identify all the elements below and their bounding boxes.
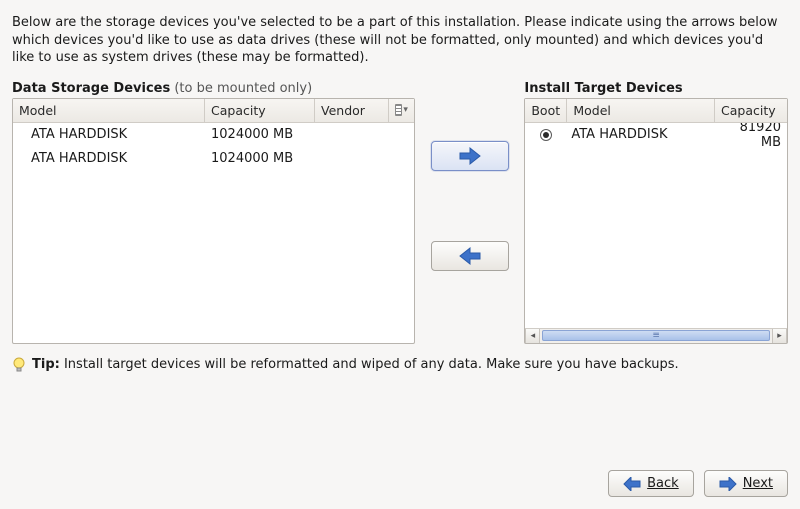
data-storage-table-header: Model Capacity Vendor ▾ <box>13 99 414 123</box>
cell-model: ATA HARDDISK <box>13 127 205 142</box>
install-target-rows: ATA HARDDISK 81920 MB <box>525 123 787 328</box>
scroll-left-button[interactable]: ◂ <box>525 329 540 343</box>
back-button-label: Back <box>647 476 679 491</box>
arrow-left-icon <box>623 477 641 491</box>
cell-capacity: 1024000 MB <box>205 151 315 166</box>
radio-icon <box>540 129 552 141</box>
data-storage-panel: Data Storage Devices (to be mounted only… <box>12 81 415 344</box>
tip-text-wrap: Tip: Install target devices will be refo… <box>32 356 679 374</box>
col-header-model[interactable]: Model <box>567 99 715 122</box>
data-storage-subtitle: (to be mounted only) <box>174 81 312 96</box>
back-button[interactable]: Back <box>608 470 694 497</box>
chevron-down-icon: ▾ <box>403 105 408 115</box>
install-target-title: Install Target Devices <box>524 81 788 96</box>
intro-text: Below are the storage devices you've sel… <box>12 14 788 67</box>
col-header-model[interactable]: Model <box>13 99 205 122</box>
table-row[interactable]: ATA HARDDISK 1024000 MB <box>13 147 414 171</box>
next-button-label: Next <box>743 476 773 491</box>
cell-model: ATA HARDDISK <box>567 127 715 142</box>
cell-boot-radio[interactable] <box>525 129 567 141</box>
arrow-left-icon <box>458 245 482 267</box>
scrollbar-thumb[interactable] <box>542 330 770 341</box>
tip-label: Tip: <box>32 357 60 372</box>
move-left-button[interactable] <box>431 241 509 271</box>
install-target-panel: Install Target Devices Boot Model Capaci… <box>524 81 788 344</box>
columns-icon <box>395 104 402 116</box>
col-header-boot[interactable]: Boot <box>525 99 567 122</box>
col-header-vendor[interactable]: Vendor <box>315 99 389 122</box>
install-target-table: Boot Model Capacity ATA HARDDISK 81920 M… <box>524 98 788 344</box>
tip-row: Tip: Install target devices will be refo… <box>12 356 788 374</box>
horizontal-scrollbar[interactable]: ◂ ▸ <box>525 328 787 343</box>
col-header-capacity[interactable]: Capacity <box>715 99 787 122</box>
install-target-table-header: Boot Model Capacity <box>525 99 787 123</box>
cell-model: ATA HARDDISK <box>13 151 205 166</box>
lightbulb-icon <box>12 357 26 373</box>
data-storage-title: Data Storage Devices (to be mounted only… <box>12 81 415 96</box>
col-config-button[interactable]: ▾ <box>389 99 414 122</box>
nav-bar: Back Next <box>608 470 788 497</box>
tip-text: Install target devices will be reformatt… <box>64 357 679 372</box>
data-storage-rows: ATA HARDDISK 1024000 MB ATA HARDDISK 102… <box>13 123 414 171</box>
data-storage-table: Model Capacity Vendor ▾ ATA HARDDISK 102… <box>12 98 415 344</box>
move-right-button[interactable] <box>431 141 509 171</box>
arrow-right-icon <box>458 145 482 167</box>
cell-capacity: 1024000 MB <box>205 127 315 142</box>
table-row[interactable]: ATA HARDDISK 1024000 MB <box>13 123 414 147</box>
arrow-right-icon <box>719 477 737 491</box>
scrollbar-track[interactable] <box>540 329 772 343</box>
table-row[interactable]: ATA HARDDISK 81920 MB <box>525 123 787 147</box>
install-target-title-bold: Install Target Devices <box>524 81 682 96</box>
col-header-capacity[interactable]: Capacity <box>205 99 315 122</box>
next-button[interactable]: Next <box>704 470 788 497</box>
data-storage-title-bold: Data Storage Devices <box>12 81 170 96</box>
cell-capacity: 81920 MB <box>715 123 787 150</box>
scroll-right-button[interactable]: ▸ <box>772 329 787 343</box>
transfer-buttons <box>415 81 524 344</box>
